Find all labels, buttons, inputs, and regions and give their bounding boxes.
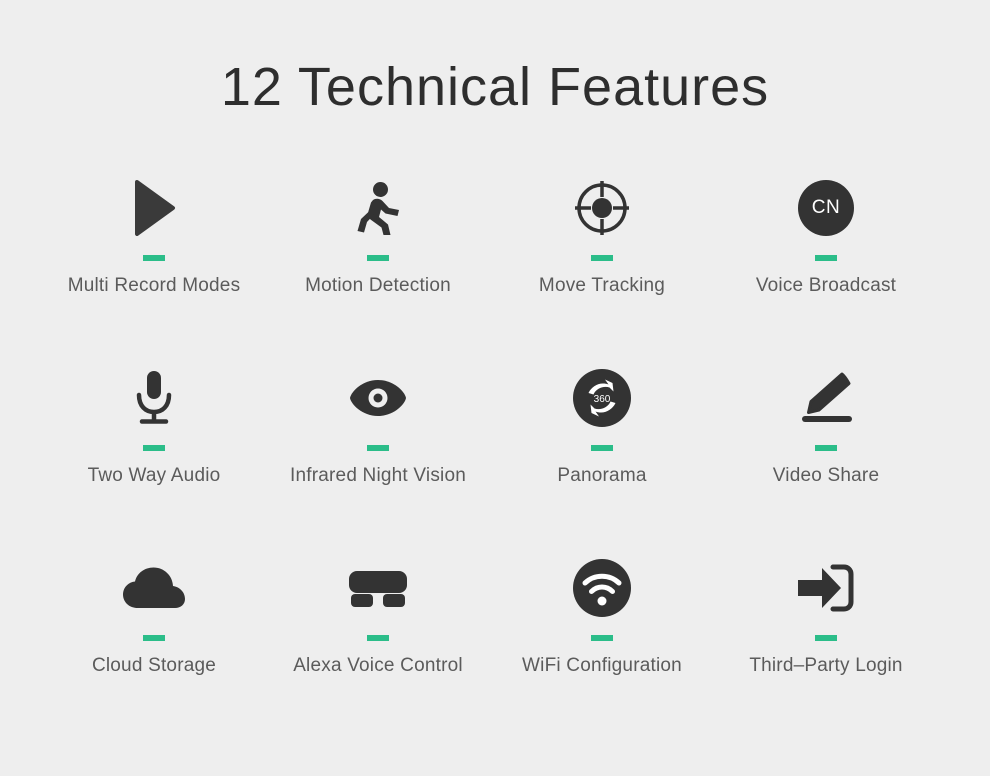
- accent-dash: [143, 445, 165, 452]
- accent-dash: [367, 445, 389, 452]
- feature-item[interactable]: Cloud Storage: [42, 549, 266, 739]
- accent-dash: [143, 635, 165, 642]
- panorama-360-text: 360: [594, 394, 611, 405]
- accent-dash: [367, 635, 389, 642]
- accent-dash: [143, 255, 165, 262]
- feature-item[interactable]: Move Tracking: [490, 169, 714, 359]
- feature-item[interactable]: CN Voice Broadcast: [714, 169, 938, 359]
- feature-label: Alexa Voice Control: [293, 655, 463, 677]
- features-grid: Multi Record Modes Motion Detection Move…: [0, 169, 990, 739]
- feature-item[interactable]: Third–Party Login: [714, 549, 938, 739]
- feature-item[interactable]: Infrared Night Vision: [266, 359, 490, 549]
- feature-item[interactable]: Two Way Audio: [42, 359, 266, 549]
- feature-label: Infrared Night Vision: [290, 465, 466, 487]
- microphone-icon: [131, 359, 177, 437]
- feature-item[interactable]: Video Share: [714, 359, 938, 549]
- wifi-icon: [573, 549, 631, 627]
- feature-item[interactable]: Motion Detection: [266, 169, 490, 359]
- feature-label: Move Tracking: [538, 275, 666, 297]
- feature-label: Voice Broadcast: [755, 275, 897, 297]
- crosshair-target-icon: [573, 169, 631, 247]
- pencil-edit-icon: [797, 359, 855, 437]
- feature-item[interactable]: Alexa Voice Control: [266, 549, 490, 739]
- running-person-icon: [349, 169, 407, 247]
- cn-badge-text: CN: [798, 180, 854, 237]
- play-triangle-icon: [131, 169, 177, 247]
- feature-item[interactable]: WiFi Configuration: [490, 549, 714, 739]
- alexa-device-icon: [347, 549, 409, 627]
- feature-label: Cloud Storage: [91, 655, 217, 677]
- feature-item[interactable]: Multi Record Modes: [42, 169, 266, 359]
- accent-dash: [815, 635, 837, 642]
- accent-dash: [591, 445, 613, 452]
- feature-label: Motion Detection: [305, 275, 451, 297]
- panorama-360-icon: 360: [573, 359, 631, 437]
- cn-badge-icon: CN: [798, 169, 854, 247]
- feature-label: Panorama: [557, 465, 647, 487]
- feature-label: WiFi Configuration: [522, 655, 682, 677]
- login-arrow-icon: [796, 549, 856, 627]
- cloud-icon: [121, 549, 187, 627]
- eye-icon: [348, 359, 408, 437]
- feature-label: Video Share: [772, 465, 880, 487]
- feature-label: Third–Party Login: [749, 655, 903, 677]
- feature-label: Multi Record Modes: [67, 275, 241, 297]
- accent-dash: [815, 445, 837, 452]
- accent-dash: [815, 255, 837, 262]
- feature-item[interactable]: 360 Panorama: [490, 359, 714, 549]
- feature-label: Two Way Audio: [87, 465, 221, 487]
- accent-dash: [591, 635, 613, 642]
- accent-dash: [591, 255, 613, 262]
- accent-dash: [367, 255, 389, 262]
- feature-showcase-page: 12 Technical Features Multi Record Modes: [0, 0, 990, 776]
- page-title: 12 Technical Features: [220, 57, 770, 117]
